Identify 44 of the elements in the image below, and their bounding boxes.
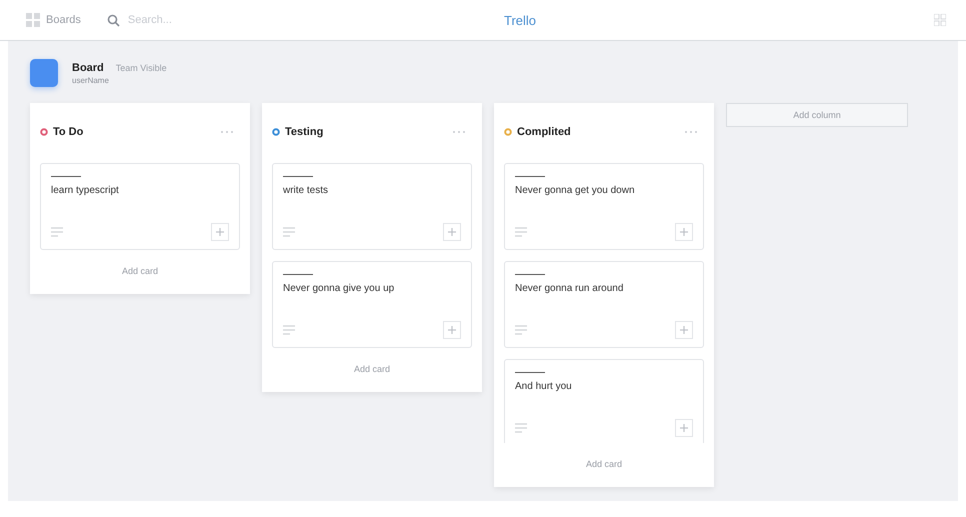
card-text: learn typescript bbox=[51, 185, 120, 196]
lines-icon bbox=[283, 227, 295, 237]
column-title: To Do bbox=[53, 126, 84, 138]
plus-icon bbox=[448, 326, 456, 334]
app-title: Trello bbox=[503, 12, 538, 28]
card-text: Never gonna give you up bbox=[283, 283, 396, 294]
task-card[interactable]: And hurt you bbox=[504, 359, 704, 443]
column-title: Complited bbox=[517, 126, 572, 138]
card-text: Never gonna run around bbox=[515, 283, 624, 294]
task-card[interactable]: Never gonna give you up bbox=[272, 261, 472, 348]
plus-icon bbox=[680, 424, 688, 432]
search-icon bbox=[106, 14, 120, 26]
plus-icon bbox=[680, 326, 688, 334]
lines-icon bbox=[283, 325, 295, 335]
visibility-label: Team Visible bbox=[116, 62, 167, 72]
task-card[interactable]: Never gonna run around bbox=[504, 261, 704, 348]
plus-icon bbox=[680, 228, 688, 236]
more-icon[interactable] bbox=[684, 130, 698, 134]
card-text: And hurt you bbox=[515, 381, 573, 392]
add-button[interactable] bbox=[675, 223, 693, 241]
add-button[interactable] bbox=[675, 321, 693, 339]
lines-icon bbox=[515, 325, 527, 335]
add-button[interactable] bbox=[211, 223, 229, 241]
add-button[interactable] bbox=[443, 321, 461, 339]
more-icon[interactable] bbox=[452, 130, 466, 134]
board-avatar bbox=[30, 59, 58, 87]
owner-name: userName bbox=[72, 76, 110, 84]
plus-icon bbox=[216, 228, 224, 236]
more-icon[interactable] bbox=[220, 130, 234, 134]
lines-icon bbox=[515, 227, 527, 237]
lines-icon bbox=[51, 227, 63, 237]
plus-icon bbox=[448, 228, 456, 236]
task-card[interactable]: write tests bbox=[272, 163, 472, 250]
grid-icon[interactable] bbox=[26, 13, 40, 27]
lines-icon bbox=[515, 423, 527, 433]
task-card[interactable]: learn typescript bbox=[40, 163, 240, 250]
add-button[interactable] bbox=[675, 419, 693, 437]
column-title: Testing bbox=[285, 126, 324, 138]
add-button[interactable] bbox=[443, 223, 461, 241]
task-card[interactable]: Never gonna get you down bbox=[504, 163, 704, 250]
card-text: write tests bbox=[283, 185, 330, 196]
card-text: Never gonna get you down bbox=[515, 185, 636, 196]
grid-icon[interactable] bbox=[934, 14, 946, 26]
board-name: Board bbox=[72, 62, 104, 74]
